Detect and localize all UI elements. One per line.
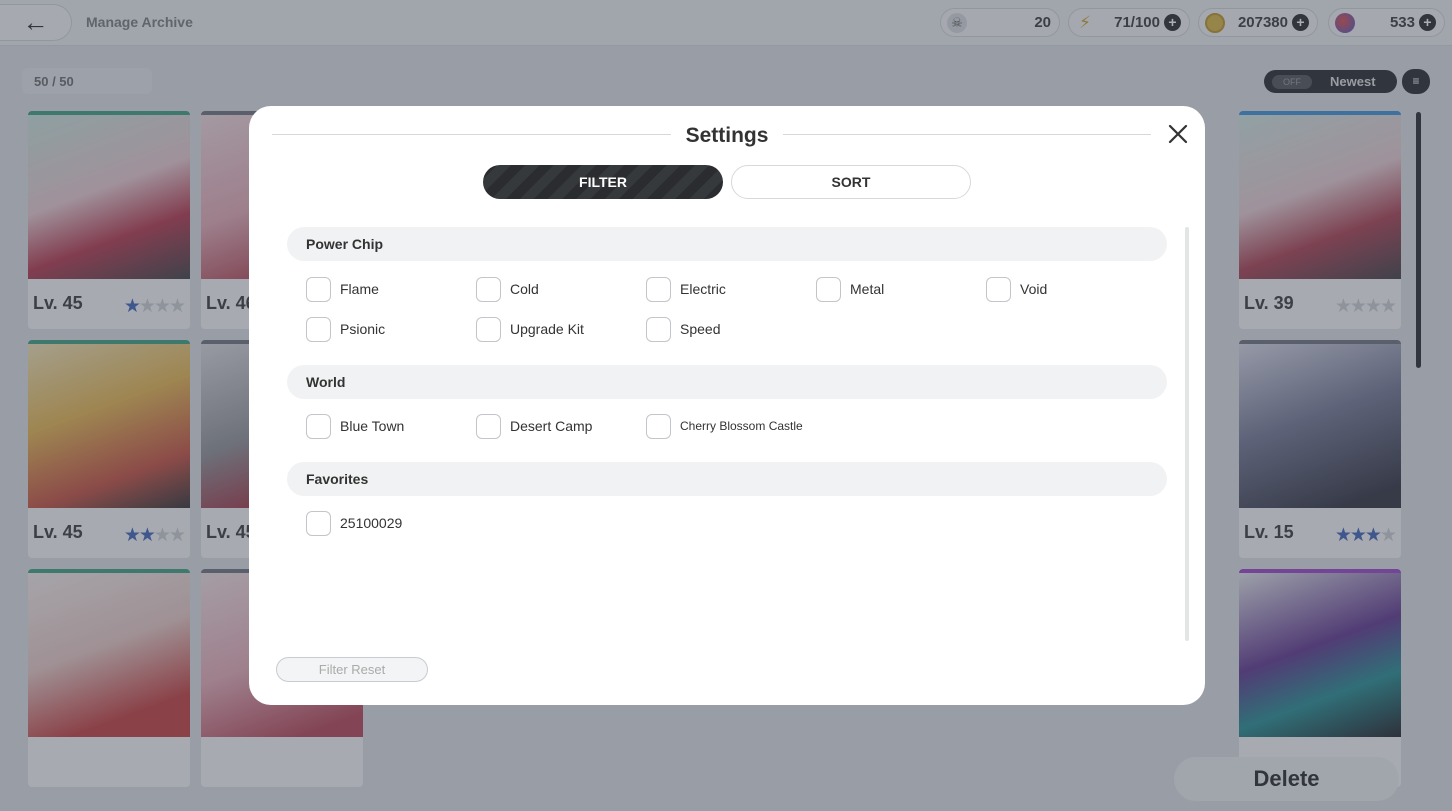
- filter-option-favorite[interactable]: 25100029: [306, 510, 402, 536]
- filter-option-cold[interactable]: Cold: [476, 276, 539, 302]
- filter-option-desert-camp[interactable]: Desert Camp: [476, 413, 592, 439]
- section-power-chip: Power Chip: [287, 227, 1167, 261]
- option-label: Cold: [510, 281, 539, 297]
- option-label: Speed: [680, 321, 721, 337]
- filter-option-upgrade-kit[interactable]: Upgrade Kit: [476, 316, 584, 342]
- checkbox[interactable]: [476, 413, 501, 439]
- close-icon: [1168, 124, 1188, 144]
- section-favorites: Favorites: [287, 462, 1167, 496]
- option-label: Upgrade Kit: [510, 321, 584, 337]
- settings-modal: Settings FILTER SORT Power Chip Flame Co…: [249, 106, 1205, 705]
- checkbox[interactable]: [646, 316, 671, 342]
- filter-option-cherry-blossom-castle[interactable]: Cherry Blossom Castle: [646, 413, 803, 439]
- option-label: Psionic: [340, 321, 386, 337]
- filter-option-electric[interactable]: Electric: [646, 276, 726, 302]
- filter-option-metal[interactable]: Metal: [816, 276, 884, 302]
- filter-option-psionic[interactable]: Psionic: [306, 316, 385, 342]
- option-label: Flame: [340, 281, 379, 297]
- checkbox[interactable]: [646, 413, 671, 439]
- checkbox[interactable]: [306, 276, 331, 302]
- option-label: Electric: [680, 281, 726, 297]
- checkbox[interactable]: [986, 276, 1011, 302]
- close-button[interactable]: [1165, 121, 1191, 147]
- option-label: Desert Camp: [510, 418, 593, 434]
- option-label: Cherry Blossom Castle: [680, 419, 803, 433]
- modal-title: Settings: [685, 124, 769, 147]
- option-label: 25100029: [340, 515, 403, 531]
- checkbox[interactable]: [476, 316, 501, 342]
- filter-option-blue-town[interactable]: Blue Town: [306, 413, 404, 439]
- option-label: Metal: [850, 281, 885, 297]
- tab-filter[interactable]: FILTER: [483, 165, 723, 199]
- checkbox[interactable]: [306, 316, 331, 342]
- section-world: World: [287, 365, 1167, 399]
- option-label: Blue Town: [340, 418, 405, 434]
- checkbox[interactable]: [306, 510, 331, 536]
- filter-content: Power Chip Flame Cold Electric Metal Voi…: [287, 227, 1167, 637]
- checkbox[interactable]: [646, 276, 671, 302]
- tab-sort[interactable]: SORT: [731, 165, 971, 199]
- checkbox[interactable]: [476, 276, 501, 302]
- checkbox[interactable]: [816, 276, 841, 302]
- filter-option-flame[interactable]: Flame: [306, 276, 379, 302]
- filter-option-void[interactable]: Void: [986, 276, 1047, 302]
- filter-reset-button[interactable]: Filter Reset: [276, 657, 428, 682]
- option-label: Void: [1020, 281, 1048, 297]
- checkbox[interactable]: [306, 413, 331, 439]
- filter-option-speed[interactable]: Speed: [646, 316, 720, 342]
- modal-scrollbar[interactable]: [1185, 227, 1189, 641]
